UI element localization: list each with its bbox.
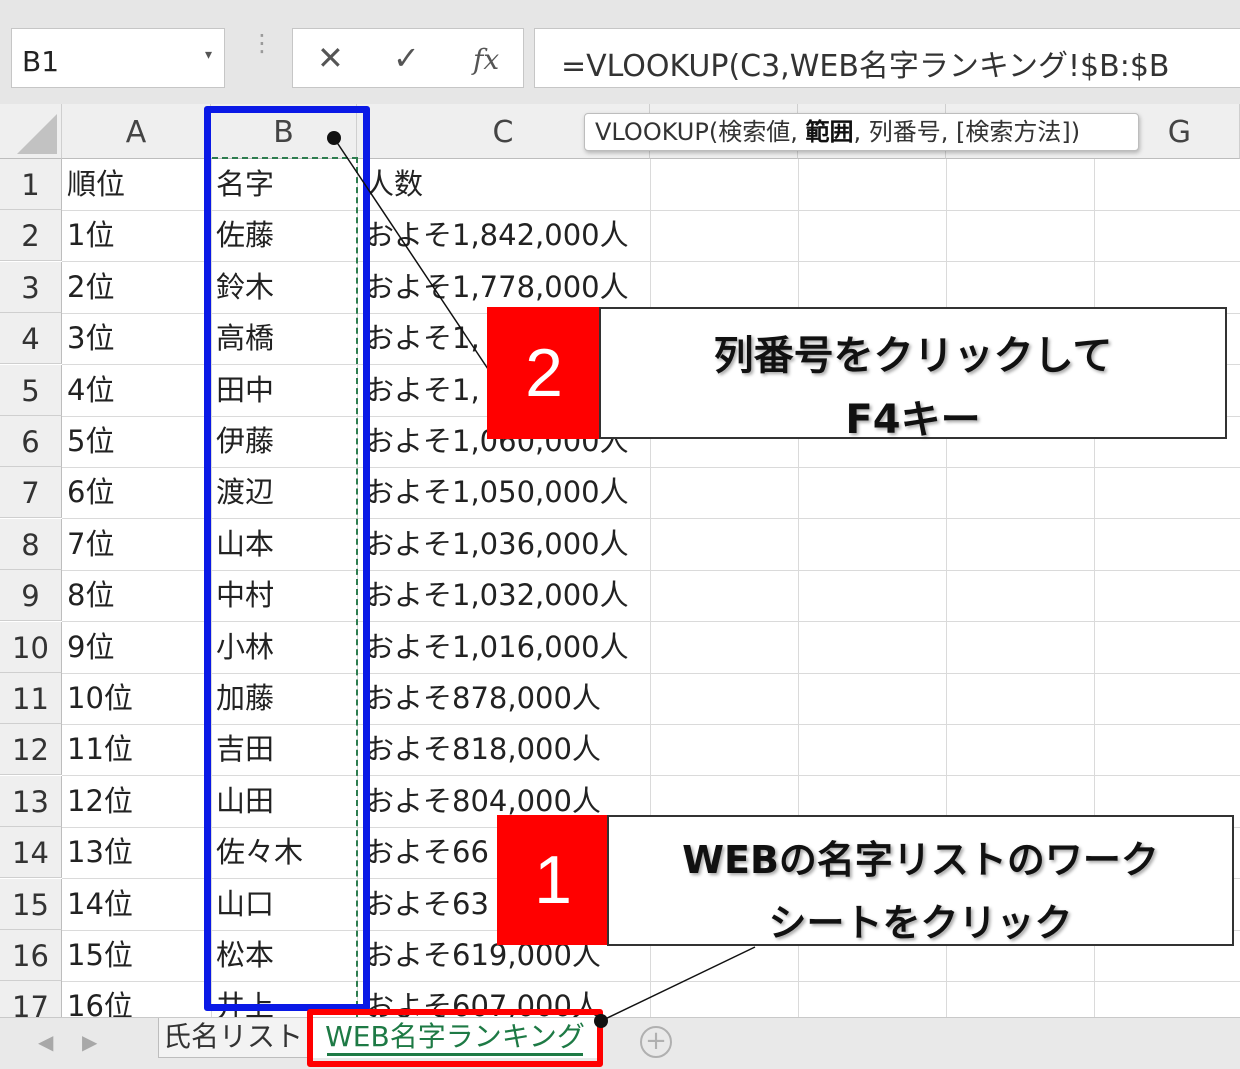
step2-number-badge: 2 xyxy=(487,307,601,439)
step1-line2: シートをクリック xyxy=(768,901,1073,945)
leader-line-step2 xyxy=(333,137,493,376)
step1-callout: WEBの名字リストのワーク シートをクリック xyxy=(607,815,1234,946)
step2-line2: F4キー xyxy=(845,397,981,443)
step2-callout: 列番号をクリックして F4キー xyxy=(599,307,1227,443)
leader-line-step1 xyxy=(600,946,756,1022)
step2-line1: 列番号をクリックして xyxy=(713,333,1113,379)
step1-number-badge: 1 xyxy=(497,815,609,945)
leader-dot-step2 xyxy=(327,131,341,145)
leader-dot-step1 xyxy=(594,1014,608,1028)
step1-line1: WEBの名字リストのワーク xyxy=(682,838,1159,882)
